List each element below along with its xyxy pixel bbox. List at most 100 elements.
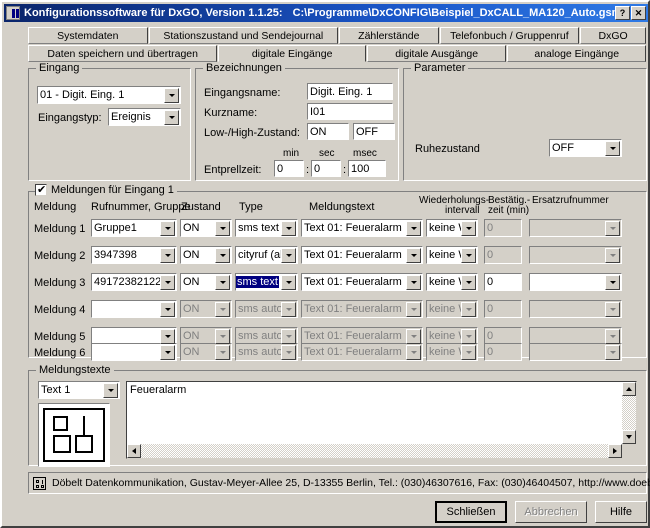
vertical-scrollbar[interactable] (622, 382, 636, 444)
wiederholung-value-5: keine W (429, 330, 461, 342)
chevron-down-icon[interactable] (164, 109, 179, 125)
chevron-down-icon (605, 328, 620, 344)
chevron-down-icon[interactable] (160, 220, 175, 236)
chevron-down-icon[interactable] (605, 140, 620, 156)
scroll-track-horizontal[interactable] (127, 444, 622, 458)
wiederholung-value-6: keine W (429, 346, 461, 358)
entprellzeit-msec-field[interactable]: 100 (348, 160, 386, 177)
app-icon (6, 6, 20, 20)
horizontal-scrollbar[interactable] (127, 444, 622, 458)
tab-daten-speichern[interactable]: Daten speichern und übertragen (28, 45, 218, 62)
group-bezeichnungen-title: Bezeichnungen (203, 62, 285, 74)
application-window: Konfigurationssoftware für DxGO, Version… (0, 0, 650, 528)
meldungstext-content[interactable]: Feueralarm (130, 384, 620, 443)
row-label-3: Meldung 3 (34, 277, 86, 289)
rufnummer-select-2[interactable]: 3947398 (91, 246, 177, 264)
tab-stationszustand[interactable]: Stationszustand und Sendejournal (148, 27, 338, 44)
wiederholung-select-1[interactable]: keine W (426, 219, 478, 237)
rufnummer-select-4[interactable] (91, 300, 177, 318)
chevron-down-icon[interactable] (215, 247, 230, 263)
chevron-down-icon[interactable] (281, 247, 296, 263)
chevron-down-icon[interactable] (406, 247, 421, 263)
scroll-left-icon[interactable] (127, 444, 141, 458)
chevron-down-icon[interactable] (160, 344, 175, 360)
close-button[interactable]: Schließen (435, 501, 507, 523)
entprellzeit-min-field[interactable]: 0 (274, 160, 304, 177)
chevron-down-icon[interactable] (281, 220, 296, 236)
chevron-down-icon[interactable] (281, 274, 296, 290)
tab-digitale-ausgaenge[interactable]: digitale Ausgänge (366, 45, 507, 62)
meldungstext-select-2[interactable]: Text 01: Feueralarm (301, 246, 423, 264)
tab-telefonbuch[interactable]: Telefonbuch / Gruppenruf (439, 27, 580, 44)
chevron-down-icon[interactable] (215, 220, 230, 236)
rufnummer-select-3[interactable]: 491723821220 (91, 273, 177, 291)
bestaetigungszeit-field-1: 0 (484, 219, 522, 237)
msec-label: msec (353, 148, 377, 159)
meldungen-enable-checkbox[interactable]: Meldungen für Eingang 1 (35, 183, 177, 197)
help-titlebar-button[interactable]: ? (615, 6, 630, 20)
header-type: Type (239, 201, 263, 213)
low-zustand-value: ON (310, 125, 327, 138)
chevron-down-icon[interactable] (406, 274, 421, 290)
eingangstyp-select[interactable]: Ereignis (108, 108, 181, 126)
wiederholung-select-3[interactable]: keine W (426, 273, 478, 291)
chevron-down-icon (605, 220, 620, 236)
checkbox-icon[interactable] (35, 183, 47, 197)
kurzname-field[interactable]: I01 (307, 103, 393, 120)
bestaetigungszeit-value-5: 0 (487, 330, 494, 342)
high-zustand-field[interactable]: OFF (353, 123, 395, 140)
chevron-down-icon (215, 301, 230, 317)
tab-zaehlerstaende[interactable]: Zählerstände (338, 27, 439, 44)
close-icon[interactable]: ✕ (631, 6, 646, 20)
meldungstext-select-1[interactable]: Text 01: Feueralarm (301, 219, 423, 237)
cancel-button: Abbrechen (515, 501, 587, 523)
meldungstext-select-3[interactable]: Text 01: Feueralarm (301, 273, 423, 291)
chevron-down-icon[interactable] (103, 382, 118, 398)
chevron-down-icon[interactable] (160, 274, 175, 290)
zustand-select-3[interactable]: ON (180, 273, 232, 291)
chevron-down-icon[interactable] (160, 247, 175, 263)
rufnummer-select-6[interactable] (91, 343, 177, 361)
chevron-down-icon[interactable] (164, 87, 179, 103)
chevron-down-icon[interactable] (461, 247, 476, 263)
ersatzrufnummer-select-4 (529, 300, 622, 318)
scroll-up-icon[interactable] (622, 382, 636, 396)
type-select-3[interactable]: sms text (235, 273, 298, 291)
meldungstexte-select[interactable]: Text 1 (38, 381, 120, 399)
zustand-select-1[interactable]: ON (180, 219, 232, 237)
row-label-2: Meldung 2 (34, 250, 86, 262)
zustand-value-1: ON (183, 222, 200, 234)
low-zustand-field[interactable]: ON (307, 123, 349, 140)
wiederholung-select-2[interactable]: keine W (426, 246, 478, 264)
chevron-down-icon[interactable] (461, 274, 476, 290)
chevron-down-icon[interactable] (215, 274, 230, 290)
tab-digitale-eingaenge[interactable]: digitale Eingänge (218, 45, 366, 62)
tab-systemdaten[interactable]: Systemdaten (28, 27, 148, 44)
chevron-down-icon[interactable] (160, 301, 175, 317)
ruhezustand-select[interactable]: OFF (549, 139, 622, 157)
entprellzeit-sec-field[interactable]: 0 (311, 160, 341, 177)
chevron-down-icon[interactable] (160, 328, 175, 344)
type-select-2[interactable]: cityruf (al (235, 246, 298, 264)
entprellzeit-min-value: 0 (277, 162, 284, 175)
bestaetigungszeit-field-3[interactable]: 0 (484, 273, 522, 291)
scroll-down-icon[interactable] (622, 430, 636, 444)
bestaetigungszeit-value-6: 0 (487, 346, 494, 358)
row-label-1: Meldung 1 (34, 223, 86, 235)
scroll-right-icon[interactable] (608, 444, 622, 458)
ersatzrufnummer-select-3[interactable] (529, 273, 622, 291)
chevron-down-icon (461, 301, 476, 317)
rufnummer-select-1[interactable]: Gruppe1 (91, 219, 177, 237)
eingangsname-field[interactable]: Digit. Eing. 1 (307, 83, 393, 100)
chevron-down-icon[interactable] (605, 274, 620, 290)
type-select-1[interactable]: sms text | (235, 219, 298, 237)
eingang-select[interactable]: 01 - Digit. Eing. 1 (37, 86, 181, 104)
tab-dxgo[interactable]: DxGO (580, 27, 646, 44)
help-button[interactable]: Hilfe (595, 501, 647, 523)
tab-analoge-eingaenge[interactable]: analoge Eingänge (507, 45, 646, 62)
meldungen-enable-label: Meldungen für Eingang 1 (51, 184, 174, 196)
chevron-down-icon[interactable] (406, 220, 421, 236)
chevron-down-icon[interactable] (461, 220, 476, 236)
meldungstext-editor[interactable]: Feueralarm (126, 381, 637, 459)
zustand-select-2[interactable]: ON (180, 246, 232, 264)
